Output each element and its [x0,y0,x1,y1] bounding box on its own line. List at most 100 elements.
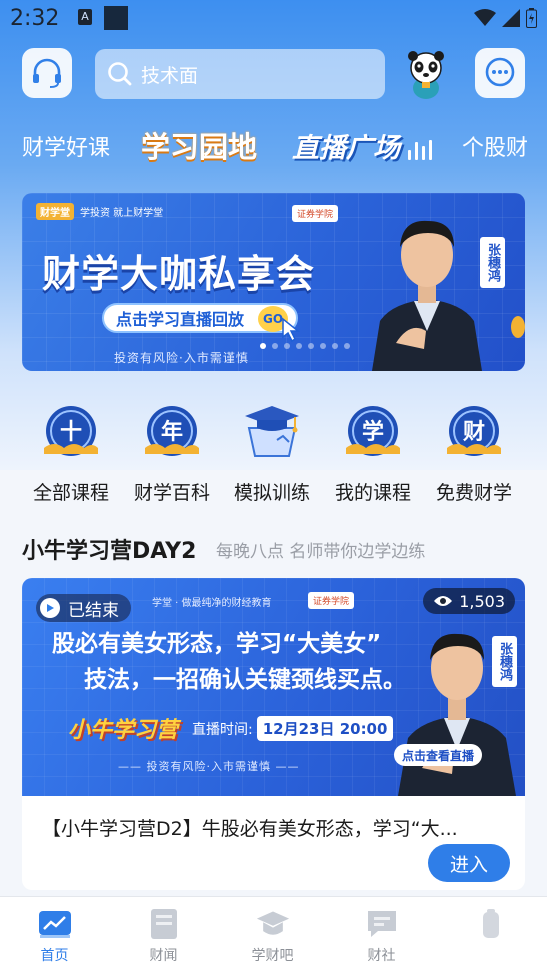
headset-icon [33,58,61,88]
cursor-icon [282,317,301,343]
bottom-navigation: 首页 财闻 学财吧 财社 [0,896,547,972]
banner-pagination [260,343,350,349]
pagination-dot[interactable] [320,343,326,349]
status-time: 2:32 [10,6,60,31]
panda-mascot[interactable] [402,48,450,100]
messages-button[interactable] [475,48,525,98]
bottom-tab-label: 学财吧 [251,948,294,964]
status-label: 已结束 [68,600,119,621]
wifi-icon [474,9,496,26]
cloud-badge-icon: 十 [40,400,102,462]
graduation-cap-icon [256,907,290,941]
status-badge: 已结束 [36,594,131,622]
bottom-tab-label: 首页 [40,948,69,964]
graduation-scroll-icon [241,400,303,462]
nav-simulation[interactable]: 模拟训练 [222,400,322,505]
pagination-dot[interactable] [332,343,338,349]
play-icon [40,598,60,618]
pagination-dot[interactable] [284,343,290,349]
status-bar: 2:32 A [0,0,547,38]
banner-brand: 财学堂 学投资 就上财学堂 [36,203,163,220]
thumbnail-slogan: 学堂 · 做最纯净的财经教育 [152,598,272,609]
nav-encyclopedia[interactable]: 年 财学百科 [122,400,222,505]
headline-line-1: 股必有美女形态，学习“大美女” [52,631,382,657]
live-indicator-icon [408,138,432,160]
bottom-tab-home[interactable]: 首页 [0,897,109,972]
course-title: 【小牛学习营D2】牛股必有美女形态，学习“大... [42,818,458,840]
live-time: 直播时间: 12月23日 20:00 [192,716,394,741]
course-thumbnail[interactable]: 学堂 · 做最纯净的财经教育 证券学院 已结束 1,503 股必有美女形态，学习… [22,578,525,796]
bottom-tab-community[interactable]: 财社 [327,897,436,972]
watch-live-button[interactable]: 点击查看直播 [394,744,483,766]
banner-school-tag: 证券学院 [292,205,339,222]
presenter-photo [372,220,482,371]
nav-label: 免费财学 [435,482,512,504]
status-icons [474,8,537,28]
tab-caixue-haoke[interactable]: 财学好课 [22,130,110,162]
presenter-name-tag: 张穗鸿 [492,636,517,687]
chart-icon [38,907,72,941]
thumbnail-school-tag: 证券学院 [308,592,355,609]
news-icon [147,907,181,941]
live-time-value: 12月23日 20:00 [256,716,394,741]
badge-glyph: 学 [362,419,384,445]
top-tab-bar: 财学好课 学习园地 直播广场 个股财 [0,122,547,172]
nav-free-courses[interactable]: 财 免费财学 [424,400,524,505]
promo-banner[interactable]: 财学堂 学投资 就上财学堂 证券学院 财学大咖私享会 点击学习直播回放 GO 投… [22,193,525,371]
bottom-tab-label: 财闻 [149,948,178,964]
cloud-badge-icon: 学 [342,400,404,462]
thumbnail-headline: 股必有美女形态，学习“大美女” 技法，一招确认关键颈线买点。 [52,626,406,698]
tab-xuexi-yuandi[interactable]: 学习园地 [141,124,257,166]
chat-bubble-icon [485,57,515,87]
bottom-tab-study[interactable]: 学财吧 [218,897,327,972]
profile-icon [474,907,508,941]
nav-label: 模拟训练 [233,482,310,504]
pagination-dot[interactable] [272,343,278,349]
customer-service-button[interactable] [22,48,72,98]
nav-label: 我的课程 [334,482,411,504]
pagination-dot[interactable] [260,343,266,349]
pagination-dot[interactable] [344,343,350,349]
brand-logo: 财学堂 [36,203,74,220]
eye-icon [434,596,453,606]
app-header: 技术面 [0,48,547,100]
badge-glyph: 年 [161,419,183,445]
bottom-tab-profile[interactable] [436,897,545,972]
course-card[interactable]: 学堂 · 做最纯净的财经教育 证券学院 已结束 1,503 股必有美女形态，学习… [22,578,525,890]
nav-all-courses[interactable]: 十 全部课程 [21,400,121,505]
notification-a-icon: A [78,9,92,25]
nav-my-courses[interactable]: 学 我的课程 [323,400,423,505]
pagination-dot[interactable] [308,343,314,349]
badge-glyph: 财 [463,420,485,445]
thumbnail-risk-notice: —— 投资有风险·入市需谨慎 —— [118,760,300,773]
live-time-label: 直播时间: [192,721,253,738]
camp-logo: 小牛学习营 [68,718,179,743]
banner-cta-label: 点击学习直播回放 [116,310,245,329]
chat-icon [365,907,399,941]
coin-icon [511,316,525,338]
pagination-dot[interactable] [296,343,302,349]
tab-zhibo-guangchang[interactable]: 直播广场 [292,126,400,165]
section-title: 小牛学习营DAY2 [22,539,197,564]
tab-gegu-cai[interactable]: 个股财 [462,130,528,162]
brand-slogan: 学投资 就上财学堂 [80,208,164,219]
notification-square-icon [104,6,128,30]
cloud-badge-icon: 年 [141,400,203,462]
panda-icon [408,51,444,99]
nav-label: 财学百科 [133,482,210,504]
quick-nav: 十 全部课程 年 财学百科 模拟训练 学 我的课程 财 免费财学 [0,400,547,510]
bottom-tab-news[interactable]: 财闻 [109,897,218,972]
search-input[interactable]: 技术面 [95,49,385,99]
signal-icon [502,9,520,27]
search-placeholder: 技术面 [141,64,199,87]
enter-button[interactable]: 进入 [428,844,510,882]
cloud-badge-icon: 财 [443,400,505,462]
headline-line-2: 技法，一招确认关键颈线买点。 [84,667,406,693]
watch-live-label: 点击查看直播 [402,748,475,763]
banner-risk-notice: 投资有风险·入市需谨慎 [114,351,249,365]
banner-title: 财学大咖私享会 [42,252,316,296]
section-subtitle: 每晚八点 名师带你边学边练 [216,542,426,562]
bottom-tab-label: 财社 [367,948,396,964]
presenter-name-tag: 张穗鸿 [480,237,505,288]
search-icon [108,62,132,86]
